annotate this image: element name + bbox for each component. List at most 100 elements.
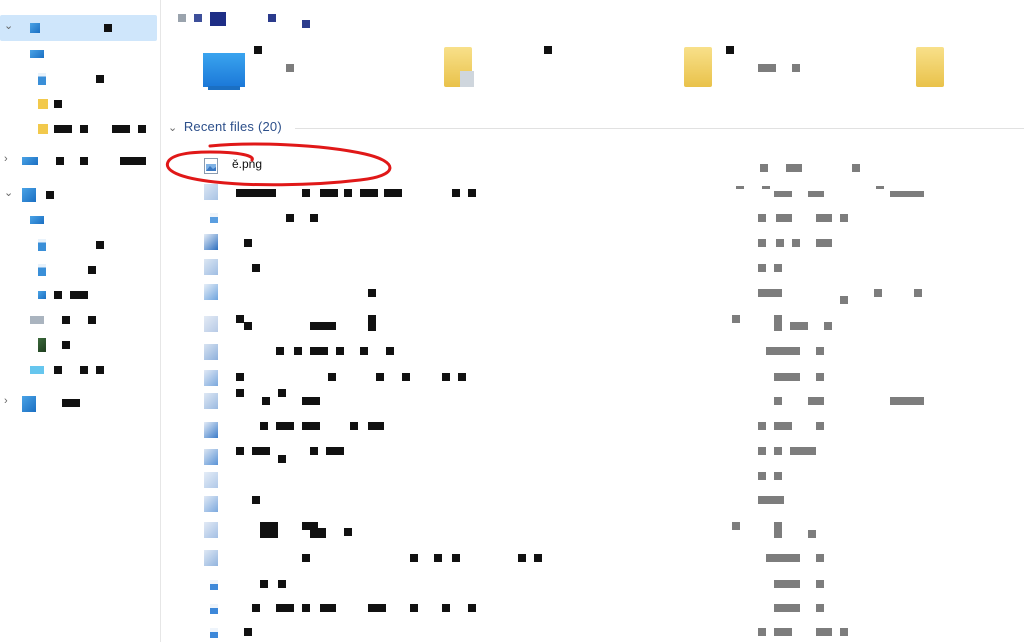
nav-item-label — [54, 366, 62, 374]
file-path — [758, 628, 766, 636]
nav-item-pc-music[interactable] — [0, 282, 160, 308]
file-icon — [204, 344, 218, 360]
nav-item-label — [56, 157, 64, 165]
nav-item-pc-pictures[interactable] — [0, 332, 160, 358]
file-row[interactable] — [200, 280, 1020, 304]
file-path — [774, 604, 800, 612]
nav-item-label — [54, 100, 62, 108]
nav-item-label — [88, 266, 96, 274]
nav-item-quick-access[interactable]: ⌄ — [0, 15, 157, 41]
file-name — [236, 389, 244, 397]
file-name — [260, 522, 278, 538]
tile-subtitle — [758, 64, 776, 72]
file-row[interactable] — [200, 546, 1020, 568]
file-name — [302, 554, 310, 562]
nav-item-label — [104, 24, 112, 32]
downloads-icon — [38, 264, 46, 276]
file-name — [260, 580, 268, 588]
file-name — [252, 604, 260, 612]
file-name — [236, 189, 276, 197]
nav-item-this-pc[interactable]: ⌄ — [0, 182, 160, 208]
nav-item-pc-downloads[interactable] — [0, 257, 160, 283]
file-name — [236, 447, 244, 455]
file-path — [774, 373, 800, 381]
recent-files-count: (20) — [257, 119, 282, 134]
nav-item-label — [46, 191, 54, 199]
file-name — [276, 347, 284, 355]
folder-icon — [38, 124, 48, 134]
tile-subtitle — [286, 64, 294, 72]
file-name — [286, 214, 294, 222]
chevron-right-icon[interactable]: › — [4, 152, 14, 166]
file-row[interactable] — [200, 596, 1020, 618]
chevron-down-icon[interactable]: ⌄ — [168, 121, 180, 134]
tile-label — [544, 46, 552, 54]
nav-item-pc-documents[interactable] — [0, 232, 160, 258]
file-path — [766, 347, 800, 355]
nav-item-pc-objects[interactable] — [0, 307, 160, 333]
nav-item-label — [62, 399, 80, 407]
file-icon — [204, 496, 218, 512]
quick-access-tile-downloads[interactable] — [444, 47, 474, 87]
chevron-right-icon[interactable]: › — [4, 394, 14, 408]
cloud-icon — [22, 157, 38, 165]
file-row[interactable] — [200, 468, 1020, 490]
file-path — [758, 447, 766, 455]
nav-item-desktop[interactable] — [0, 41, 160, 67]
file-row[interactable] — [200, 389, 1020, 411]
file-name — [260, 422, 268, 430]
quick-access-icon — [30, 23, 40, 33]
nav-item-label — [62, 341, 70, 349]
file-path — [758, 239, 766, 247]
quick-access-tile-pictures[interactable] — [916, 47, 944, 87]
file-path — [774, 580, 800, 588]
file-row-highlighted[interactable]: ě.png — [200, 154, 1020, 176]
chevron-down-icon[interactable]: ⌄ — [4, 186, 14, 200]
file-row[interactable] — [200, 205, 1020, 227]
nav-item-downloads[interactable] — [0, 66, 160, 92]
nav-item-pictures[interactable] — [0, 116, 160, 142]
file-row[interactable] — [200, 340, 1020, 362]
file-row[interactable] — [200, 312, 1020, 334]
file-name — [252, 496, 260, 504]
nav-item-network[interactable]: › — [0, 390, 160, 416]
file-row[interactable] — [200, 622, 1020, 644]
file-row[interactable] — [200, 180, 1020, 202]
file-row[interactable] — [200, 572, 1020, 594]
nav-item-documents[interactable] — [0, 91, 160, 117]
file-path — [732, 522, 740, 530]
file-row[interactable] — [200, 366, 1020, 388]
picture-icon — [38, 338, 46, 352]
file-icon — [204, 316, 218, 332]
desktop-icon-stand — [208, 86, 240, 90]
file-name — [244, 628, 252, 636]
file-row[interactable] — [200, 492, 1020, 514]
quick-access-tile-documents[interactable] — [684, 47, 712, 87]
document-icon — [38, 239, 46, 251]
recent-files-header[interactable]: ⌄ Recent files (20) — [168, 119, 282, 134]
section-divider — [295, 128, 1024, 129]
file-row[interactable] — [200, 255, 1020, 277]
desktop-icon — [30, 216, 44, 224]
file-path — [758, 214, 766, 222]
quick-access-tile-desktop[interactable] — [203, 53, 245, 87]
file-row[interactable] — [200, 418, 1020, 440]
file-row[interactable] — [200, 445, 1020, 467]
file-icon — [204, 184, 218, 200]
nav-item-onedrive[interactable]: › — [0, 148, 160, 174]
nav-item-label — [54, 125, 72, 133]
nav-item-pc-videos[interactable] — [0, 357, 160, 383]
file-icon — [204, 550, 218, 566]
file-icon — [204, 472, 218, 488]
nav-item-label — [62, 316, 70, 324]
file-path — [758, 472, 766, 480]
file-row[interactable] — [200, 518, 1020, 540]
chevron-down-icon[interactable]: ⌄ — [4, 19, 14, 33]
file-icon — [204, 422, 218, 438]
file-row[interactable] — [200, 230, 1020, 252]
downloads-icon — [38, 73, 46, 85]
file-icon — [210, 628, 218, 638]
nav-item-pc-desktop[interactable] — [0, 207, 160, 233]
network-icon — [22, 396, 36, 412]
file-icon — [204, 234, 218, 250]
